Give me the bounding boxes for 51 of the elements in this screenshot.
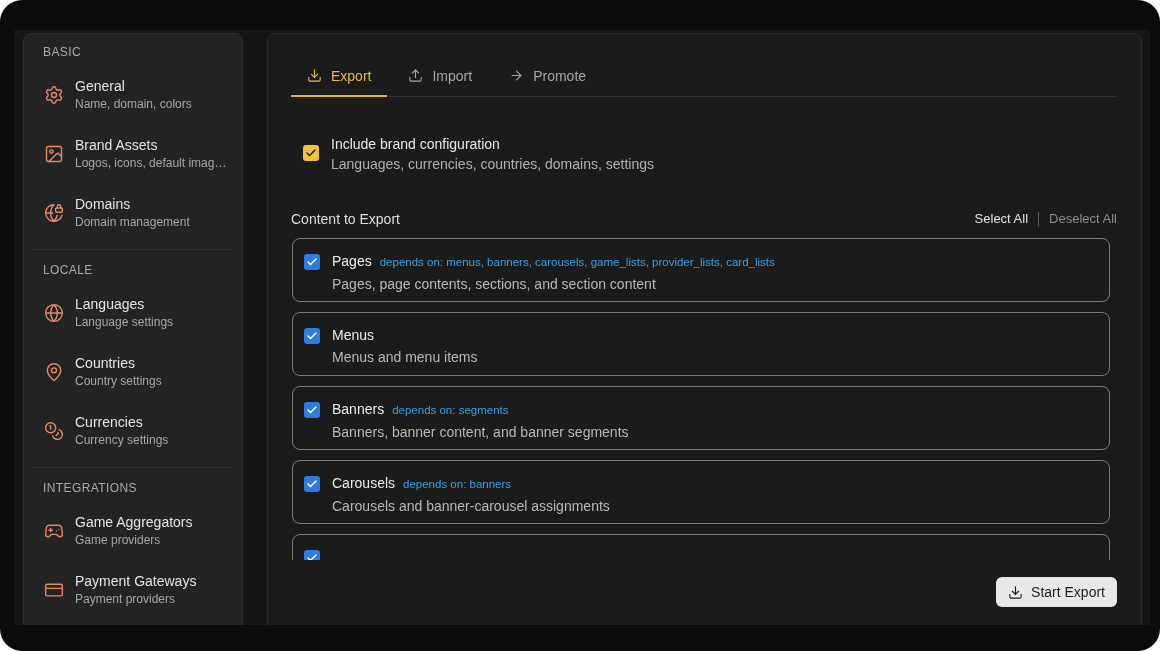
check-icon [306,478,318,490]
option-description: Languages, currencies, countries, domains, settings [331,155,654,174]
sidebar-item[interactable]: Brand Assets Logos, icons, default imag… [33,128,233,179]
option-title: Banners [332,400,385,418]
sidebar-item[interactable]: Domains Domain management [33,187,233,238]
start-export-button[interactable]: Start Export [996,577,1117,607]
gear-icon [44,84,64,105]
section-heading: LOCALE [42,262,94,278]
select-all-button[interactable]: Select All [974,210,1029,228]
checkbox[interactable] [304,254,320,270]
globe-icon [44,302,64,323]
section-title: Content to Export [291,210,400,228]
section-heading: INTEGRATIONS [42,480,138,496]
download-icon [1008,584,1024,600]
checkbox[interactable] [304,328,320,344]
sidebar-item[interactable]: Payment Gateways Payment providers [33,564,233,615]
image-icon [44,143,64,164]
check-icon [306,330,318,342]
map-pin-icon [44,361,64,382]
option-description: Pages, page contents, sections, and section content [332,275,657,293]
checkbox[interactable] [304,476,320,492]
sidebar-item[interactable]: Currencies Currency settings [33,405,233,456]
deselect-all-button[interactable]: Deselect All [1049,210,1117,228]
option-title: Pages [332,252,372,270]
option-description: Banners, banner content, and banner segments [332,423,629,441]
checkbox[interactable] [304,402,320,418]
sidebar-item[interactable]: Countries Country settings [33,346,233,397]
check-icon [306,256,318,268]
section-heading: BASIC [42,44,82,60]
tab[interactable]: Import [392,56,489,97]
dependency-note: depends on: banners [403,477,512,492]
checkbox[interactable] [303,145,319,161]
upload-icon [408,68,424,83]
option-title: Menus [332,326,375,344]
sidebar-item[interactable]: General Name, domain, colors [33,69,233,120]
arrow-right-icon [509,68,525,83]
sidebar-item[interactable]: Game Aggregators Game providers [33,505,233,556]
sidebar-item[interactable]: Languages Language settings [33,287,233,338]
option-description: Menus and menu items [332,348,478,366]
check-icon [306,404,318,416]
tab[interactable]: Promote [493,56,603,97]
option-title: Carousels [332,474,396,492]
dependency-note: depends on: menus, banners, carousels, game_lists, provider_lists, card_lists [379,255,775,270]
globe-lock-icon [44,202,64,223]
dependency-note: depends on: segments [392,403,509,418]
option-description: Carousels and banner-carousel assignments [332,497,610,515]
download-icon [307,68,322,83]
tab[interactable]: Export [291,56,388,97]
coins-icon [44,420,64,441]
check-icon [305,147,317,159]
option-title: Include brand configuration [331,135,501,154]
